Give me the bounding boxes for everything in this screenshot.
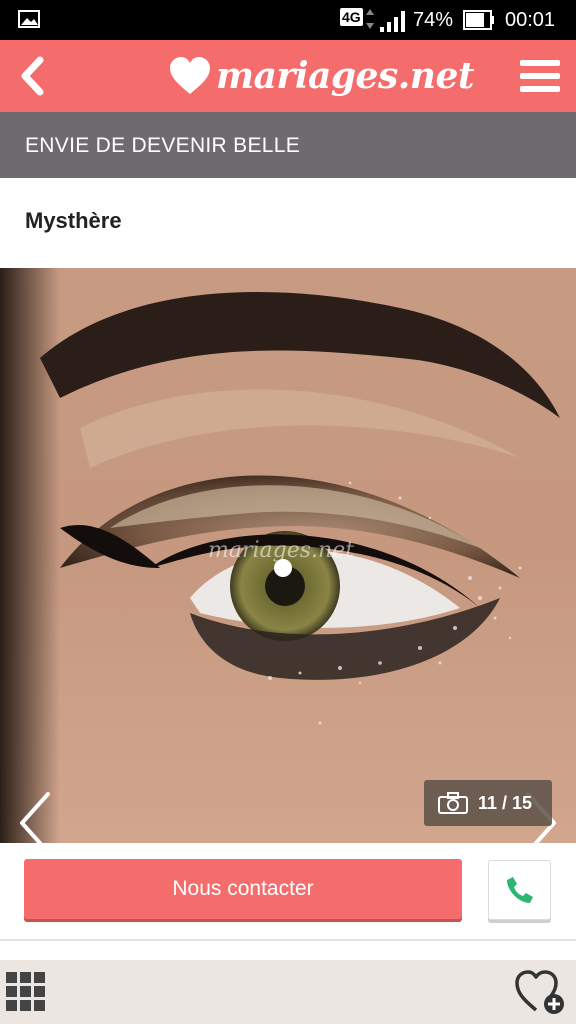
chevron-left-icon — [20, 792, 50, 843]
heart-plus-icon[interactable] — [514, 968, 566, 1016]
battery-percentage: 74% — [413, 9, 454, 31]
status-bar: 4G 74% 00:01 — [0, 0, 576, 40]
phone-icon — [506, 877, 533, 903]
clock: 00:01 — [505, 9, 556, 31]
bottom-nav — [0, 960, 576, 1024]
photo-gallery[interactable]: mariages.net 11 / 15 — [0, 268, 576, 843]
call-button[interactable] — [488, 860, 551, 920]
battery-icon — [463, 10, 494, 30]
category-banner: ENVIE DE DEVENIR BELLE — [0, 112, 576, 178]
photo-watermark: mariages.net — [208, 538, 355, 563]
action-bar: Nous contacter — [0, 843, 576, 941]
data-arrows-icon — [366, 9, 374, 29]
back-button[interactable] — [12, 50, 52, 102]
logo-wordmark: mariages.net — [216, 55, 474, 97]
network-type: 4G — [340, 8, 363, 26]
contact-button[interactable]: Nous contacter — [24, 859, 462, 919]
category-label: ENVIE DE DEVENIR BELLE — [25, 134, 301, 157]
menu-button[interactable] — [518, 52, 562, 100]
chevron-left-icon — [21, 56, 44, 96]
photo-counter[interactable]: 11 / 15 — [424, 780, 552, 826]
post-title-area: Mysthère — [0, 178, 576, 268]
prev-photo-button[interactable] — [14, 788, 58, 843]
site-logo[interactable]: mariages.net — [168, 46, 474, 106]
app-header: mariages.net — [0, 40, 576, 112]
photo-counter-text: 11 / 15 — [478, 792, 533, 813]
post-title: Mysthère — [25, 208, 122, 233]
hamburger-icon — [520, 60, 560, 92]
heart-logo-icon — [170, 57, 210, 94]
grid-icon[interactable] — [4, 970, 48, 1014]
gallery-icon — [18, 10, 40, 28]
camera-icon — [438, 792, 468, 814]
signal-icon — [380, 11, 405, 32]
